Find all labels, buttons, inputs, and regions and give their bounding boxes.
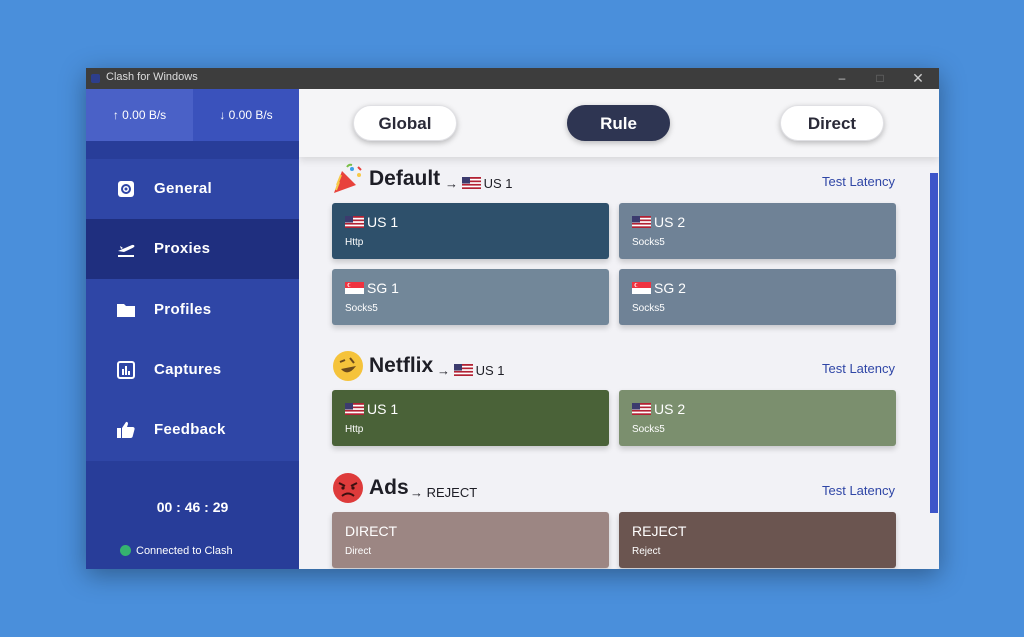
arrow-icon: → [410, 485, 423, 500]
proxy-type: Reject [632, 546, 661, 557]
proxy-card-sg1[interactable]: SG 1 Socks5 [332, 269, 609, 325]
proxy-name: US 1 [345, 214, 398, 230]
proxy-card-us2[interactable]: US 2 Socks5 [619, 203, 896, 259]
proxy-card-reject[interactable]: REJECT Reject [619, 512, 896, 568]
sidebar-item-feedback[interactable]: Feedback [86, 400, 299, 460]
chart-icon [117, 361, 135, 379]
sidebar-item-label: Profiles [154, 301, 212, 318]
status-dot-icon [120, 545, 131, 556]
us-flag-icon [453, 364, 473, 376]
angry-face-icon [333, 473, 363, 503]
proxy-type: Socks5 [632, 424, 665, 435]
group-name: Netflix [369, 354, 434, 377]
connection-panel: 00 : 46 : 29 Connected to Clash [86, 461, 299, 569]
test-latency-button[interactable]: Test Latency [822, 361, 895, 376]
proxy-name-text: US 1 [367, 401, 399, 417]
proxy-name-text: SG 1 [367, 280, 399, 296]
mode-rule-button[interactable]: Rule [567, 105, 670, 141]
group-selected: → REJECT [410, 485, 477, 500]
sidebar-item-general[interactable]: General [86, 159, 299, 219]
gear-icon [118, 181, 134, 197]
mode-direct-button[interactable]: Direct [780, 105, 884, 141]
proxy-name: REJECT [632, 523, 687, 539]
group-selected-name: US 1 [483, 176, 513, 191]
traffic-speed: ↑ 0.00 B/s ↓ 0.00 B/s [86, 89, 299, 141]
us-flag-icon [345, 216, 364, 228]
download-speed: ↓ 0.00 B/s [193, 89, 299, 141]
arrow-icon: → [437, 363, 450, 378]
app-icon [91, 74, 100, 83]
sg-flag-icon [632, 282, 651, 294]
group-selected: → US 1 [445, 176, 513, 191]
group-selected-name: REJECT [426, 485, 478, 500]
us-flag-icon [345, 403, 364, 415]
proxy-group-header-default: Default → US 1 Test Latency [332, 163, 898, 197]
upload-speed: ↑ 0.00 B/s [86, 89, 193, 141]
proxy-card-us1[interactable]: US 1 Http [332, 203, 609, 259]
proxy-name: US 2 [632, 214, 685, 230]
plane-icon [118, 244, 135, 257]
proxy-name: SG 2 [632, 280, 686, 296]
sidebar-divider [86, 141, 299, 159]
close-button[interactable]: ✕ [906, 69, 930, 87]
sidebar-item-label: Feedback [154, 421, 226, 438]
proxy-type: Socks5 [345, 303, 378, 314]
us-flag-icon [632, 216, 651, 228]
sidebar-item-proxies[interactable]: Proxies [86, 219, 299, 279]
proxy-card-sg2[interactable]: SG 2 Socks5 [619, 269, 896, 325]
proxy-card-direct[interactable]: DIRECT Direct [332, 512, 609, 568]
sidebar-item-label: General [154, 180, 212, 197]
us-flag-icon [461, 177, 481, 189]
party-popper-icon [334, 163, 362, 193]
sidebar-item-label: Captures [154, 361, 222, 378]
us-flag-icon [632, 403, 651, 415]
group-selected: → US 1 [437, 363, 505, 378]
proxy-name-text: US 1 [367, 214, 399, 230]
proxy-card-us1[interactable]: US 1 Http [332, 390, 609, 446]
proxy-name-text: US 2 [654, 214, 686, 230]
thumbs-up-icon [117, 421, 135, 438]
minimize-button[interactable]: – [830, 69, 854, 87]
proxy-name: DIRECT [345, 523, 398, 539]
mode-global-button[interactable]: Global [353, 105, 457, 141]
window-title: Clash for Windows [106, 71, 198, 83]
proxy-group-header-ads: Ads → REJECT Test Latency [332, 472, 898, 506]
sidebar-item-captures[interactable]: Captures [86, 340, 299, 400]
proxy-type: Direct [345, 546, 372, 557]
proxy-group-header-netflix: Netflix → US 1 Test Latency [332, 350, 898, 384]
uptime-timer: 00 : 46 : 29 [156, 499, 229, 515]
group-name: Ads [369, 476, 409, 499]
group-selected-name: US 1 [475, 363, 505, 378]
sidebar-item-label: Proxies [154, 240, 211, 257]
mode-selector: Global Rule Direct [299, 89, 939, 157]
test-latency-button[interactable]: Test Latency [822, 174, 895, 189]
group-name: Default [369, 167, 441, 190]
arrow-icon: → [445, 176, 458, 191]
sidebar-item-profiles[interactable]: Profiles [86, 280, 299, 340]
folder-icon [117, 304, 135, 317]
rofl-face-icon [333, 351, 363, 381]
proxy-card-us2[interactable]: US 2 Socks5 [619, 390, 896, 446]
proxy-type: Http [345, 237, 364, 248]
proxy-type: Socks5 [632, 237, 665, 248]
proxy-name-text: US 2 [654, 401, 686, 417]
sidebar: ↑ 0.00 B/s ↓ 0.00 B/s General Proxies Pr… [86, 89, 299, 569]
app-window: Clash for Windows – □ ✕ ↑ 0.00 B/s ↓ 0.0… [86, 68, 939, 569]
proxies-panel: Global Rule Direct Default → US 1 Test L… [299, 89, 939, 569]
proxy-name: SG 1 [345, 280, 399, 296]
proxy-name: US 1 [345, 401, 398, 417]
connection-status: Connected to Clash [120, 545, 233, 557]
proxy-name: US 2 [632, 401, 685, 417]
proxy-name-text: SG 2 [654, 280, 686, 296]
scrollbar[interactable] [930, 173, 938, 513]
proxy-type: Http [345, 424, 364, 435]
test-latency-button[interactable]: Test Latency [822, 483, 895, 498]
status-text: Connected to Clash [136, 545, 233, 557]
maximize-button[interactable]: □ [868, 69, 892, 87]
title-bar[interactable]: Clash for Windows – □ ✕ [86, 68, 939, 89]
sg-flag-icon [345, 282, 364, 294]
proxy-type: Socks5 [632, 303, 665, 314]
